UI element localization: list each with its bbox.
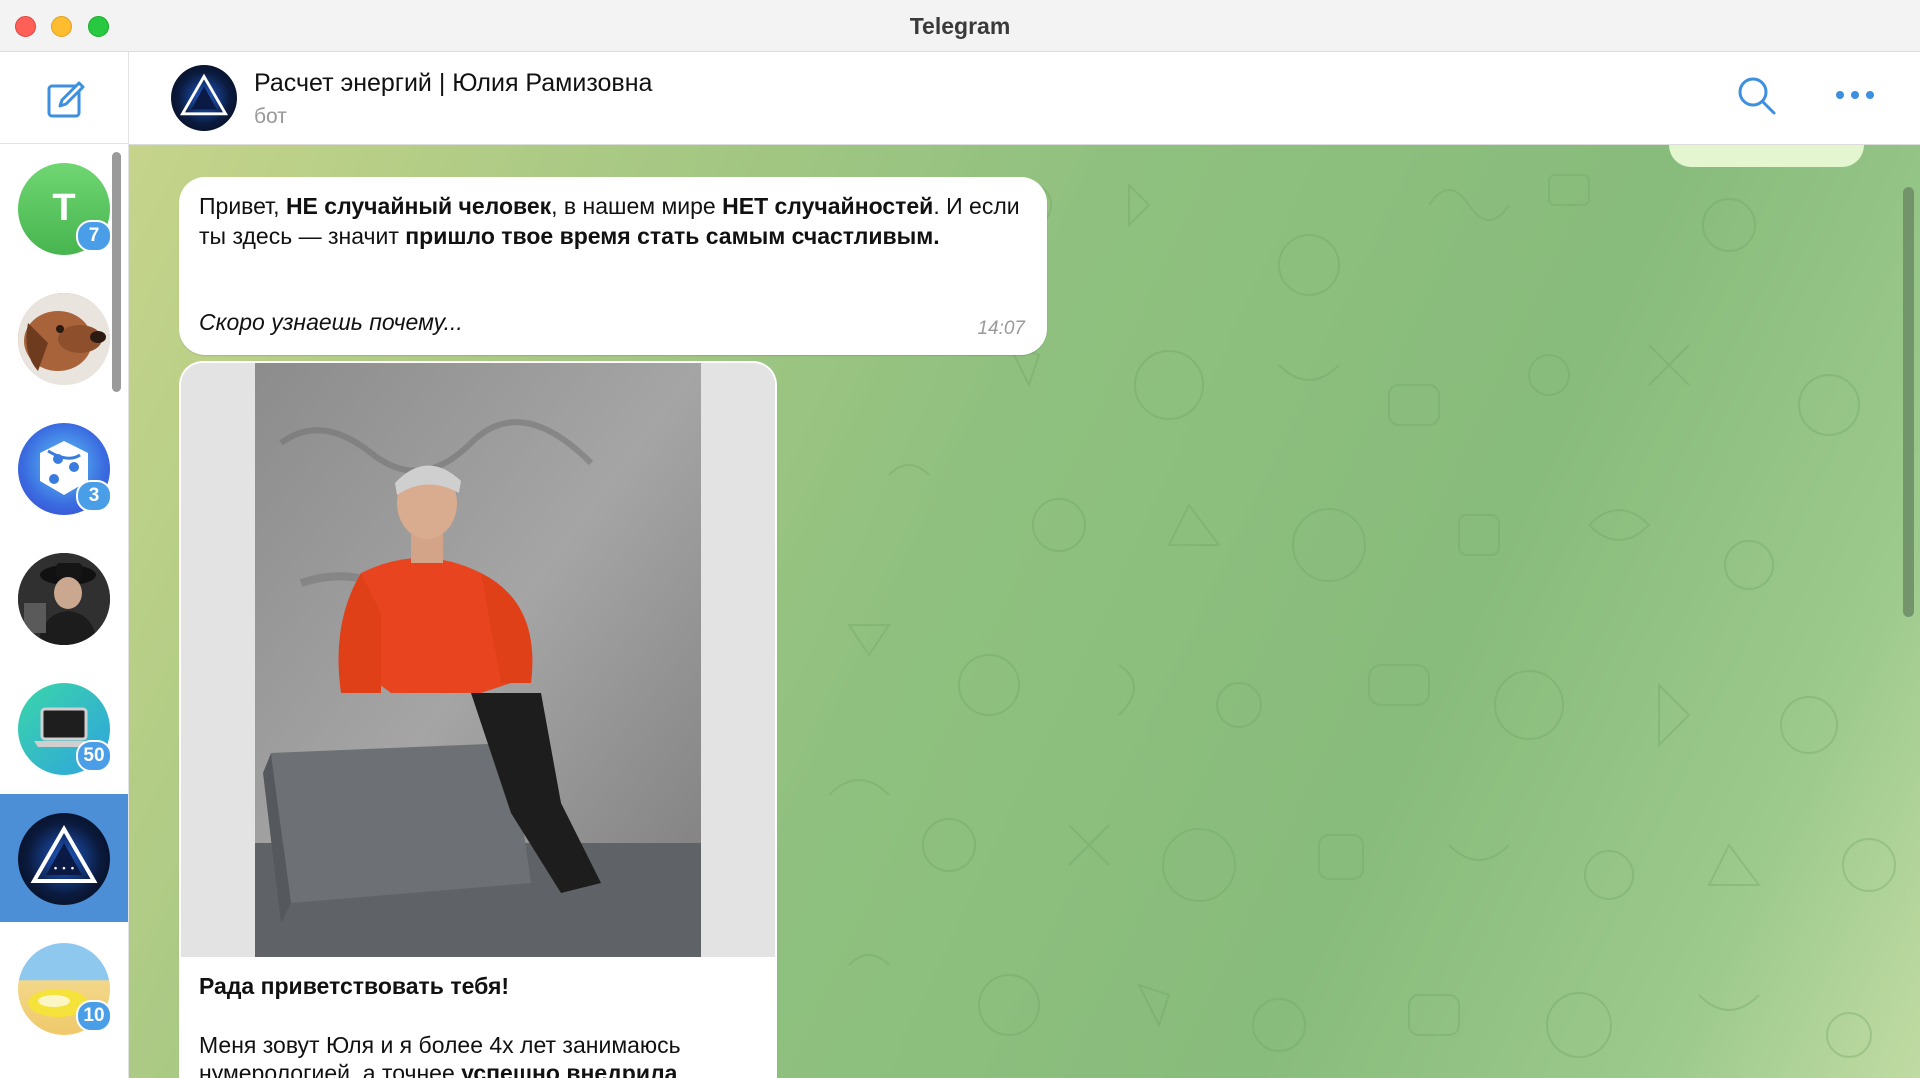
dog-photo-icon [18, 293, 110, 385]
chat-avatar[interactable] [171, 65, 237, 131]
photo-message-bubble[interactable]: Рада приветствовать тебя! Меня зовут Юля… [179, 361, 777, 1078]
message-italic-text: Скоро узнаешь почему... [199, 309, 463, 335]
unread-badge: 7 [76, 220, 112, 252]
woman-photo-icon [181, 363, 775, 957]
triangle-logo-icon: ∙ ∙ ∙ [30, 824, 98, 883]
chat-item-cube[interactable]: 3 [0, 404, 128, 532]
message-time: 14:07 [977, 318, 1025, 339]
unread-badge: 10 [76, 1000, 112, 1032]
compose-button[interactable] [0, 52, 128, 144]
man-photo-icon [18, 553, 110, 645]
chat-list-sidebar: T 7 3 50 ∙ ∙ ∙ 10 [0, 52, 129, 1078]
avatar [18, 553, 110, 645]
chat-messages-area[interactable]: Привет, НЕ случайный человек, в нашем ми… [129, 145, 1920, 1078]
chat-item-t[interactable]: T 7 [0, 144, 128, 272]
chat-item-laptop[interactable]: 50 [0, 664, 128, 792]
svg-text:∙ ∙ ∙: ∙ ∙ ∙ [53, 864, 76, 874]
triangle-logo-icon [179, 73, 229, 116]
unread-badge: 3 [76, 480, 112, 512]
avatar: ∙ ∙ ∙ [18, 813, 110, 905]
chat-status: бот [254, 105, 287, 128]
message-text: Привет, НЕ случайный человек, в нашем ми… [199, 193, 1020, 249]
chat-item-beach[interactable]: 10 [0, 924, 128, 1052]
message-photo[interactable] [181, 363, 775, 957]
more-dots-icon [1836, 91, 1874, 99]
telegram-window: Telegram T 7 3 50 ∙ ∙ ∙ 10 Расчет энерги… [0, 0, 1920, 1078]
more-button[interactable] [1835, 88, 1875, 106]
unread-badge: 50 [76, 740, 112, 772]
avatar [18, 293, 110, 385]
chat-scrollbar[interactable] [1903, 187, 1914, 617]
photo-caption-title: Рада приветствовать тебя! [199, 973, 510, 999]
compose-icon [47, 81, 85, 118]
sidebar-scrollbar[interactable] [112, 152, 121, 392]
chat-item-energy-active[interactable]: ∙ ∙ ∙ [0, 794, 128, 922]
chat-item-man[interactable] [0, 534, 128, 662]
search-button[interactable] [1735, 74, 1777, 121]
title-bar: Telegram [0, 0, 1920, 52]
window-title: Telegram [909, 13, 1011, 39]
message-bubble[interactable]: Привет, НЕ случайный человек, в нашем ми… [179, 177, 1047, 355]
chat-header: Расчет энергий | Юлия Рамизовна бот [129, 52, 1920, 145]
outgoing-message-partial[interactable] [1669, 145, 1864, 167]
search-icon [1738, 77, 1776, 115]
photo-caption-text: Меня зовут Юля и я более 4х лет занимаюс… [199, 1032, 681, 1078]
chat-item-dog[interactable] [0, 274, 128, 402]
chat-title[interactable]: Расчет энергий | Юлия Рамизовна [254, 69, 652, 98]
